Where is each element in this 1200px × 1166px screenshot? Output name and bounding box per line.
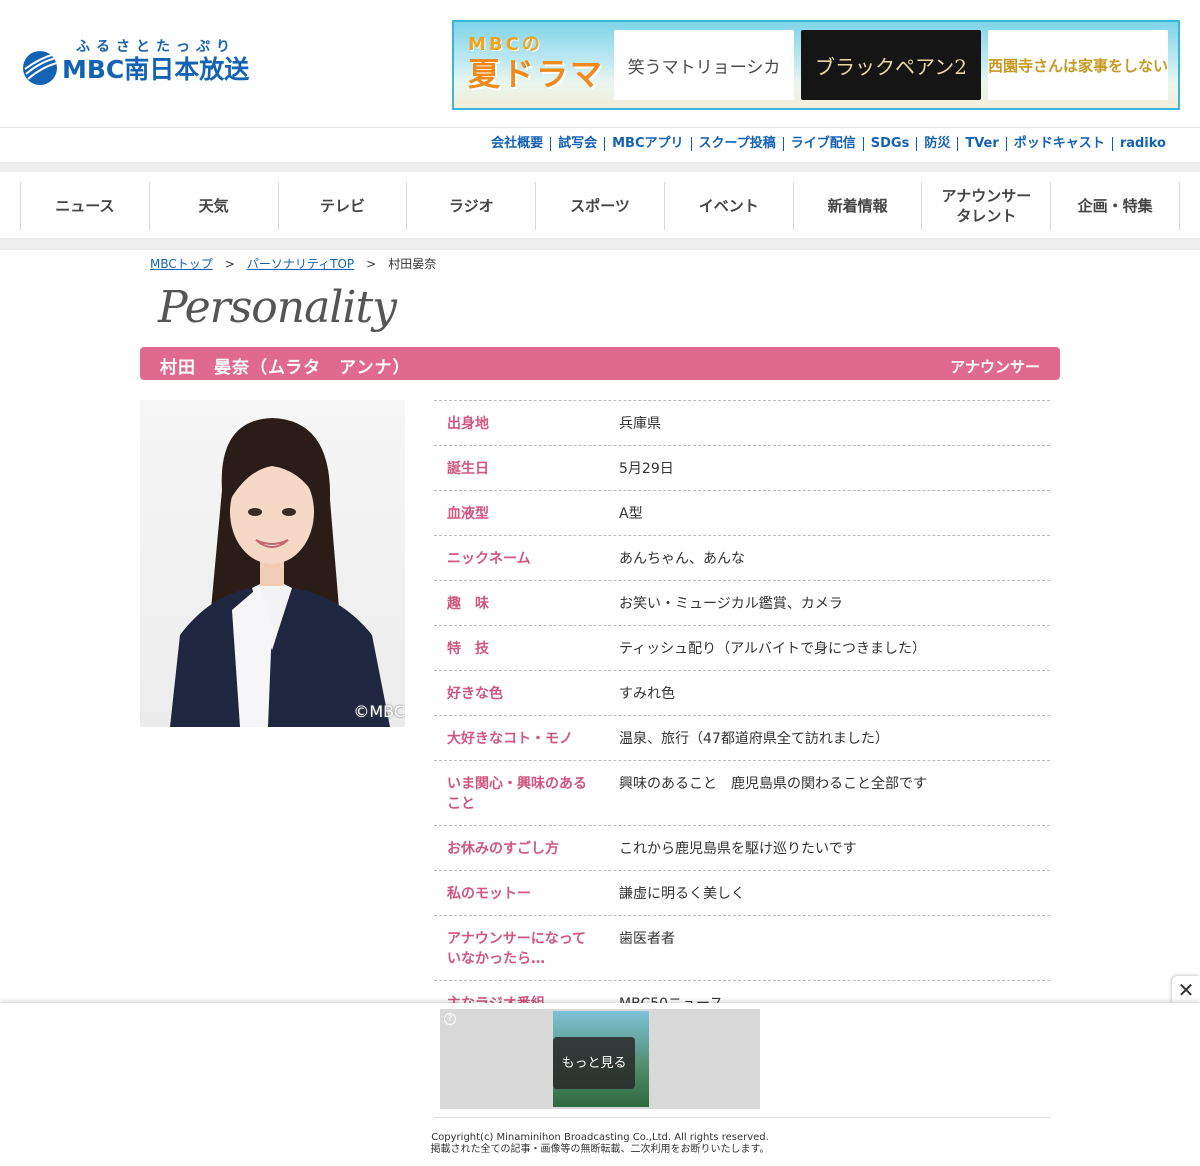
link-app[interactable]: MBCアプリ xyxy=(604,137,690,151)
breadcrumb-personality[interactable]: パーソナリティTOP xyxy=(247,255,354,272)
drama-item-2[interactable]: ブラックペアン2 xyxy=(801,30,981,100)
divider-band xyxy=(0,162,1200,172)
profile-label: 誕生日 xyxy=(447,461,489,477)
breadcrumb-current: 村田晏奈 xyxy=(388,257,437,271)
nav-whats-new[interactable]: 新着情報 xyxy=(792,182,922,230)
profile-value: これから鹿児島県を駆け巡りたいです xyxy=(619,841,857,857)
drama-item-3[interactable]: 西園寺さんは家事をしない xyxy=(988,30,1168,100)
profile-label: いま関心・興味のあること xyxy=(447,776,587,812)
summer-drama-banner[interactable]: MBCの 夏ドラマ 笑うマトリョーシカ ブラックペアン2 西園寺さんは家事をしな… xyxy=(452,20,1180,110)
link-radiko[interactable]: radiko xyxy=(1111,137,1173,151)
breadcrumb-top[interactable]: MBCトップ xyxy=(150,255,213,272)
profile-row: 私のモットー 謙虚に明るく美しく xyxy=(434,871,1050,916)
profile-label: 出身地 xyxy=(447,416,489,432)
banner-title: MBCの 夏ドラマ xyxy=(468,30,618,92)
profile-label: 血液型 xyxy=(447,506,489,522)
person-role: アナウンサー xyxy=(950,358,1040,376)
nav-events[interactable]: イベント xyxy=(663,182,793,230)
profile-value: お笑い・ミュージカル鑑賞、カメラ xyxy=(619,596,843,612)
link-sdgs[interactable]: SDGs xyxy=(862,137,917,151)
nav-tv[interactable]: テレビ xyxy=(277,182,407,230)
profile-table: 出身地 兵庫県 誕生日 5月29日 血液型 A型 ニックネーム あんちゃん、あんな 趣 … xyxy=(434,400,1050,1026)
profile-row: 趣 味 お笑い・ミュージカル鑑賞、カメラ xyxy=(434,581,1050,626)
link-live[interactable]: ライブ配信 xyxy=(782,137,863,151)
profile-label: 好きな色 xyxy=(447,686,503,702)
footer-copyright: Copyright(c) Minaminihon Broadcasting Co… xyxy=(431,1132,769,1143)
profile-label: 趣 味 xyxy=(447,596,489,612)
ad-more-button[interactable]: もっと見る xyxy=(553,1037,635,1089)
profile-photo: ©MBC xyxy=(140,400,405,727)
banner-title-line1: MBCの xyxy=(468,34,543,55)
nav-news[interactable]: ニュース xyxy=(20,182,149,230)
profile-row: 大好きなコト・モノ 温泉、旅行（47都道府県全て訪れました） xyxy=(434,716,1050,761)
profile-value: 歯医者者 xyxy=(619,931,675,947)
link-tver[interactable]: TVer xyxy=(957,137,1005,151)
globe-icon xyxy=(23,51,58,85)
divider-band-2 xyxy=(0,238,1200,250)
ad-info-icon[interactable]: ? xyxy=(444,1013,456,1025)
profile-label: アナウンサーになっていなかったら… xyxy=(447,931,587,967)
link-company[interactable]: 会社概要 xyxy=(484,137,550,151)
nav-radio[interactable]: ラジオ xyxy=(406,182,535,230)
breadcrumb: MBCトップ > パーソナリティTOP > 村田晏奈 xyxy=(150,255,436,272)
nav-announcers[interactable]: アナウンサー タレント xyxy=(921,182,1050,230)
nav-weather[interactable]: 天気 xyxy=(148,182,278,230)
profile-label: お休みのすごし方 xyxy=(447,841,559,857)
ad-close-button[interactable]: ✕ xyxy=(1172,976,1200,1004)
footer: Copyright(c) Minaminihon Broadcasting Co… xyxy=(0,1132,1200,1156)
ad-banner[interactable]: ? もっと見る xyxy=(440,1009,760,1109)
banner-title-line2: 夏ドラマ xyxy=(468,55,605,93)
link-disaster[interactable]: 防災 xyxy=(916,137,957,151)
drama-item-1[interactable]: 笑うマトリョーシカ xyxy=(614,30,794,100)
logo-name: MBC南日本放送 xyxy=(62,55,250,84)
profile-value: あんちゃん、あんな xyxy=(619,551,745,567)
footer-divider xyxy=(434,1117,1050,1118)
link-scoop[interactable]: スクープ投稿 xyxy=(690,137,783,151)
profile-row: ニックネーム あんちゃん、あんな xyxy=(434,536,1050,581)
profile-value: 兵庫県 xyxy=(619,416,661,432)
link-preview[interactable]: 試写会 xyxy=(550,137,604,151)
footer-notice: 掲載された全ての記事・画像等の無断転載、二次利用をお断りいたします。 xyxy=(430,1144,770,1155)
profile-row: アナウンサーになっていなかったら… 歯医者者 xyxy=(434,916,1050,981)
nav-sports[interactable]: スポーツ xyxy=(535,182,664,230)
person-name: 村田 晏奈（ムラタ アンナ） xyxy=(160,358,411,378)
profile-value: 興味のあること 鹿児島県の関わること全部です xyxy=(619,776,927,792)
profile-row: 特 技 ティッシュ配り（アルバイトで身につきました） xyxy=(434,626,1050,671)
profile-label: ニックネーム xyxy=(447,551,531,567)
global-nav: ニュース 天気 テレビ ラジオ スポーツ イベント 新着情報 アナウンサー タレ… xyxy=(20,182,1181,230)
profile-row: お休みのすごし方 これから鹿児島県を駆け巡りたいです xyxy=(434,826,1050,871)
profile-row: 好きな色 すみれ色 xyxy=(434,671,1050,716)
section-title: Personality xyxy=(158,282,397,333)
profile-label: 大好きなコト・モノ xyxy=(447,731,573,747)
profile-value: すみれ色 xyxy=(619,686,675,702)
profile-value: ティッシュ配り（アルバイトで身につきました） xyxy=(619,641,927,657)
profile-label: 私のモットー xyxy=(447,886,531,902)
portrait-illustration xyxy=(170,418,390,727)
profile-value: 5月29日 xyxy=(619,461,674,477)
breadcrumb-separator: > xyxy=(366,256,377,271)
profile-value: A型 xyxy=(619,506,643,522)
nav-features[interactable]: 企画・特集 xyxy=(1050,182,1181,230)
profile-row: 血液型 A型 xyxy=(434,491,1050,536)
profile-value: 謙虚に明るく美しく xyxy=(619,886,745,902)
name-bar: 村田 晏奈（ムラタ アンナ） アナウンサー xyxy=(140,347,1060,380)
profile-row: 出身地 兵庫県 xyxy=(434,401,1050,446)
profile-value: 温泉、旅行（47都道府県全て訪れました） xyxy=(619,731,889,747)
photo-credit: ©MBC xyxy=(353,702,405,721)
profile-row: 誕生日 5月29日 xyxy=(434,446,1050,491)
profile-label: 特 技 xyxy=(447,641,489,657)
mbc-logo[interactable]: ふるさとたっぷり MBC南日本放送 xyxy=(20,36,280,86)
link-podcast[interactable]: ポッドキャスト xyxy=(1005,137,1112,151)
profile-row: いま関心・興味のあること 興味のあること 鹿児島県の関わること全部です xyxy=(434,761,1050,826)
breadcrumb-separator: > xyxy=(224,256,235,271)
utility-links: 会社概要 試写会 MBCアプリ スクープ投稿 ライブ配信 SDGs 防災 TVe… xyxy=(484,137,1173,151)
site-header: ふるさとたっぷり MBC南日本放送 MBCの 夏ドラマ 笑うマトリョーシカ ブラ… xyxy=(0,0,1200,128)
